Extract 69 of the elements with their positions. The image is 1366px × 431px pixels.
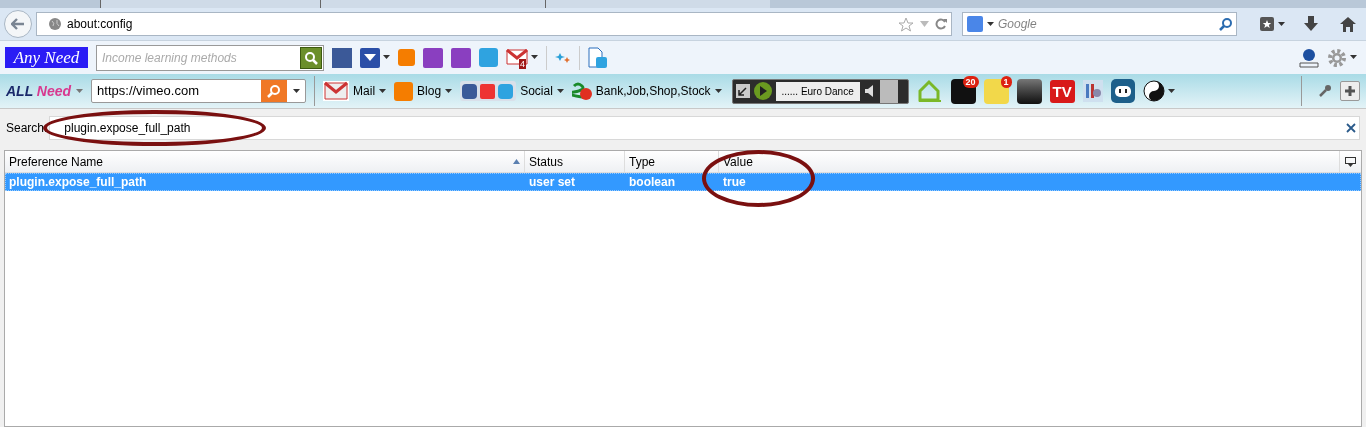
blocks-icon[interactable] xyxy=(1082,80,1103,102)
app-icon[interactable]: 1 xyxy=(983,78,1009,104)
notification-badge: 1 xyxy=(1000,75,1012,88)
play-icon[interactable] xyxy=(752,81,773,101)
caret-icon[interactable] xyxy=(1167,88,1175,94)
table-cell-text: user set xyxy=(528,174,577,191)
column-header[interactable]: Status xyxy=(525,151,625,172)
address-field[interactable]: about:config xyxy=(36,12,952,36)
search-engine-input[interactable]: Google xyxy=(998,15,1215,33)
app-icon[interactable]: 20 xyxy=(950,78,976,104)
config-search-input[interactable]: plugin.expose_full_path xyxy=(50,119,1346,137)
star-icon[interactable] xyxy=(898,16,914,32)
collapse-button[interactable] xyxy=(879,79,898,103)
caret-icon[interactable] xyxy=(445,88,453,94)
table-cell-text: boolean xyxy=(628,174,676,191)
plus-icon xyxy=(1344,85,1356,97)
mail-icon xyxy=(323,81,350,101)
reload-icon[interactable] xyxy=(935,18,947,30)
mail-icon[interactable]: 4 xyxy=(506,48,528,67)
robot-icon[interactable] xyxy=(1110,79,1135,103)
user-counter-icon[interactable] xyxy=(1299,47,1319,68)
config-search-field[interactable]: plugin.expose_full_path xyxy=(49,116,1360,140)
any-need-logo[interactable]: Any Need xyxy=(5,47,88,68)
toolbar-search-field[interactable]: Income learning methods xyxy=(96,44,324,71)
mail-count-badge: 4 xyxy=(519,58,526,69)
column-header[interactable]: Type xyxy=(625,151,719,172)
column-header[interactable]: Value xyxy=(719,151,1340,172)
toolbar-menu-button[interactable]: Social xyxy=(460,81,564,101)
close-icon[interactable] xyxy=(1346,123,1356,133)
back-arrow-icon xyxy=(11,18,25,30)
toolbar-menu-button[interactable]: Bank,Job,Shop,Stock xyxy=(571,81,722,101)
all-need-logo[interactable]: ALL Need xyxy=(6,83,72,99)
column-header[interactable]: Preference Name xyxy=(5,151,525,172)
toolbar-menu-button[interactable]: Mail xyxy=(323,81,387,101)
address-text: about:config xyxy=(67,16,134,33)
notification-badge: 20 xyxy=(962,75,979,88)
tv-icon[interactable]: TV xyxy=(1049,79,1075,103)
add-button[interactable] xyxy=(1340,81,1360,101)
search-engine-field[interactable]: Google xyxy=(962,12,1237,36)
wrench-icon[interactable] xyxy=(1318,84,1332,98)
table-cell-text: true xyxy=(722,174,747,191)
back-button[interactable] xyxy=(4,10,32,38)
url-input[interactable]: https://vimeo.com xyxy=(92,81,262,101)
home-icon[interactable] xyxy=(1340,16,1356,32)
globe-icon xyxy=(49,18,61,30)
money-icon xyxy=(571,81,592,101)
resize-icon[interactable] xyxy=(735,84,750,98)
caret-icon[interactable] xyxy=(379,88,387,94)
yin-yang-icon[interactable] xyxy=(1142,80,1165,102)
caret-icon[interactable] xyxy=(556,88,564,94)
search-icon[interactable] xyxy=(1219,17,1232,31)
column-picker-icon[interactable] xyxy=(1345,156,1356,167)
table-cell-text: plugin.expose_full_path xyxy=(8,174,148,191)
toolbar-menu-button[interactable]: Blog xyxy=(394,81,453,101)
caret-icon[interactable] xyxy=(292,88,300,94)
station-display[interactable]: ...... Euro Dance xyxy=(775,81,860,101)
caret-icon[interactable] xyxy=(531,55,538,60)
bookmarks-icon[interactable] xyxy=(1260,17,1286,31)
url-field[interactable]: https://vimeo.com xyxy=(91,79,307,103)
caret-icon[interactable] xyxy=(714,88,722,94)
search-icon[interactable] xyxy=(300,46,322,69)
caret-icon[interactable] xyxy=(383,55,390,60)
dropdown-icon[interactable] xyxy=(360,47,380,68)
social-icons-drawing xyxy=(460,81,517,101)
document-icon[interactable] xyxy=(588,46,608,69)
toolbar-search-input[interactable]: Income learning methods xyxy=(97,48,300,67)
caret-icon[interactable] xyxy=(1350,55,1357,60)
download-icon[interactable] xyxy=(1304,16,1318,32)
caret-icon[interactable] xyxy=(987,21,994,27)
